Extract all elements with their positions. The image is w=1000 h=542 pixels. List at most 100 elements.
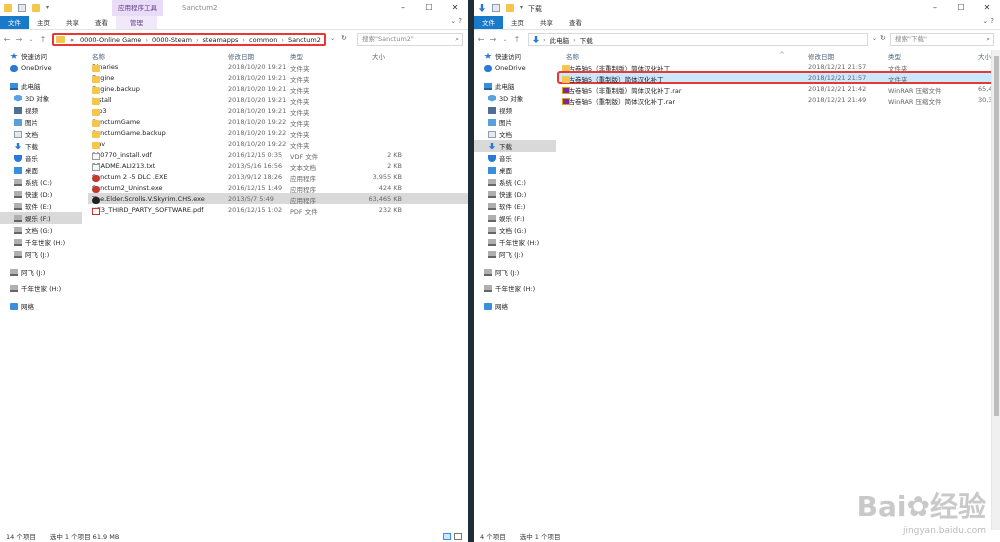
nav-item[interactable]: 文档 [474, 128, 556, 140]
nav-item[interactable]: 网络 [474, 300, 556, 312]
up-arrow-icon[interactable]: ↑ [512, 35, 522, 44]
nav-item[interactable]: 文档 (G:) [474, 224, 556, 236]
tab-share[interactable]: 共享 [532, 16, 561, 29]
nav-item[interactable]: 文档 [0, 128, 82, 140]
nav-item[interactable]: 3D 对象 [0, 92, 82, 104]
column-type[interactable]: 类型 [290, 51, 303, 61]
nav-item[interactable]: 快速访问 [0, 50, 82, 62]
file-row[interactable]: SanctumGame.backup 2018/10/20 19:22 文件夹 [88, 127, 468, 139]
chevron-down-icon[interactable]: ⌄ [872, 35, 877, 42]
tab-manage[interactable]: 管理 [116, 16, 157, 29]
maximize-button[interactable]: ☐ [948, 0, 974, 16]
tab-view[interactable]: 查看 [561, 16, 590, 29]
forward-arrow-icon[interactable]: → [14, 35, 24, 44]
nav-item[interactable]: 千年世家 (H:) [474, 236, 556, 248]
nav-item[interactable]: 网络 [0, 300, 82, 312]
address-bar[interactable]: « 0000-Online Game › 0000-Steam › steamapp… [52, 33, 326, 46]
nav-item[interactable]: 千年世家 (H:) [0, 236, 82, 248]
file-row[interactable]: README.ALI213.txt 2013/5/16 16:56 文本文档 2 KB [88, 160, 468, 172]
tab-home[interactable]: 主页 [29, 16, 58, 29]
chevron-down-icon[interactable]: ▾ [520, 4, 523, 12]
nav-item[interactable]: 娱乐 (F:) [474, 212, 556, 224]
tab-share[interactable]: 共享 [58, 16, 87, 29]
search-input[interactable]: 搜索"下载" ⌕ [890, 33, 994, 46]
back-arrow-icon[interactable]: ← [476, 35, 486, 44]
address-overflow[interactable]: « [67, 36, 77, 44]
file-row[interactable]: Install 2018/10/20 19:21 文件夹 [88, 94, 468, 106]
nav-item[interactable]: 快速 (D:) [0, 188, 82, 200]
refresh-icon[interactable]: ↻ [880, 34, 886, 42]
chevron-down-icon[interactable]: ▾ [46, 4, 49, 12]
nav-item[interactable]: 阿飞 (J:) [0, 266, 82, 278]
nav-item[interactable]: 此电脑 [0, 80, 82, 92]
breadcrumb-downloads[interactable]: 下载 [577, 35, 596, 45]
search-input[interactable]: 搜索"Sanctum2" ⌕ [357, 33, 463, 46]
nav-item[interactable]: 文档 (G:) [0, 224, 82, 236]
new-folder-icon[interactable] [32, 4, 40, 12]
breadcrumb-this-pc[interactable]: 此电脑 [547, 35, 573, 45]
nav-item[interactable]: 此电脑 [474, 80, 556, 92]
nav-item[interactable]: 视频 [474, 104, 556, 116]
file-row[interactable]: UE3_THIRD_PARTY_SOFTWARE.pdf 2016/12/15 1… [88, 204, 468, 216]
file-row[interactable]: 210770_install.vdf 2016/12/15 0:35 VDF 文件 2… [88, 149, 468, 161]
nav-item[interactable]: 系统 (C:) [0, 176, 82, 188]
minimize-button[interactable]: – [922, 0, 948, 16]
nav-item[interactable]: 桌面 [0, 164, 82, 176]
breadcrumb-sanctum2[interactable]: Sanctum2 [285, 36, 324, 44]
nav-item[interactable]: 音乐 [474, 152, 556, 164]
file-row[interactable]: 上古卷轴5（非重制版）简体汉化补丁.rar 2018/12/21 21:42 Win… [558, 83, 1000, 95]
nav-item[interactable]: OneDrive [474, 62, 556, 74]
nav-item[interactable]: 阿飞 (J:) [474, 248, 556, 260]
nav-item[interactable]: 千年世家 (H:) [474, 282, 556, 294]
nav-item[interactable]: 阿飞 (J:) [474, 266, 556, 278]
file-row[interactable]: wav2018/10/20 19:22文件夹 [88, 138, 468, 150]
chevron-down-icon[interactable]: ⌄ [330, 35, 335, 42]
file-row[interactable]: Engine.backup 2018/10/20 19:21 文件夹 [88, 83, 468, 95]
nav-item[interactable]: OneDrive [0, 62, 82, 74]
new-folder-icon[interactable] [506, 4, 514, 12]
breadcrumb-online-game[interactable]: 0000-Online Game [77, 36, 144, 44]
details-view-icon[interactable] [443, 533, 451, 540]
file-row[interactable]: 上古卷轴5（重制版）简体汉化补丁 2018/12/21 21:57 文件夹 [557, 71, 1000, 84]
tab-view[interactable]: 查看 [87, 16, 116, 29]
file-row[interactable]: Sanctum2_Uninst.exe 2016/12/15 1:49 应用程序 42… [88, 182, 468, 194]
expand-ribbon-icon[interactable]: ⌄ ? [450, 17, 462, 25]
nav-item[interactable]: 快速 (D:) [474, 188, 556, 200]
address-bar[interactable]: › 此电脑 › 下载 [528, 33, 868, 46]
close-button[interactable]: ✕ [974, 0, 1000, 16]
file-row[interactable]: mp32018/10/20 19:21文件夹 [88, 105, 468, 117]
nav-item[interactable]: 系统 (C:) [474, 176, 556, 188]
nav-item[interactable]: 下载 [0, 140, 82, 152]
close-button[interactable]: ✕ [442, 0, 468, 16]
recent-locations-icon[interactable]: ⌄ [26, 36, 36, 43]
column-size[interactable]: 大小 [978, 51, 991, 61]
nav-item[interactable]: 图片 [0, 116, 82, 128]
breadcrumb-steamapps[interactable]: steamapps [200, 36, 242, 44]
nav-item[interactable]: 娱乐 (F:) [0, 212, 82, 224]
tab-home[interactable]: 主页 [503, 16, 532, 29]
file-row[interactable]: The.Elder.Scrolls.V.Skyrim.CHS.exe 2013/5… [88, 193, 468, 205]
vertical-scrollbar[interactable] [991, 50, 1000, 530]
nav-item[interactable]: 软件 (E:) [0, 200, 82, 212]
file-row[interactable]: Sanctum 2 -5 DLC .EXE 2013/9/12 18:26 应用程序… [88, 171, 468, 183]
file-row[interactable]: 上古卷轴5（非重制版）简体汉化补丁 2018/12/21 21:57 文件夹 [558, 61, 1000, 73]
nav-item[interactable]: 桌面 [474, 164, 556, 176]
back-arrow-icon[interactable]: ← [2, 35, 12, 44]
recent-locations-icon[interactable]: ⌄ [500, 36, 510, 43]
column-size[interactable]: 大小 [372, 51, 385, 61]
expand-ribbon-icon[interactable]: ⌄ ? [982, 17, 994, 25]
column-name[interactable]: 名称 [566, 51, 579, 61]
refresh-icon[interactable]: ↻ [341, 34, 347, 42]
properties-icon[interactable] [492, 4, 500, 12]
nav-item[interactable]: 视频 [0, 104, 82, 116]
tab-file[interactable]: 文件 [0, 16, 29, 29]
nav-item[interactable]: 快速访问 [474, 50, 556, 62]
forward-arrow-icon[interactable]: → [488, 35, 498, 44]
nav-item[interactable]: 阿飞 (J:) [0, 248, 82, 260]
column-date[interactable]: 修改日期 [228, 51, 254, 61]
breadcrumb-common[interactable]: common [246, 36, 280, 44]
maximize-button[interactable]: ☐ [416, 0, 442, 16]
large-icons-view-icon[interactable] [454, 533, 462, 540]
scrollbar-thumb[interactable] [994, 56, 999, 416]
file-row[interactable]: SanctumGame 2018/10/20 19:22 文件夹 [88, 116, 468, 128]
